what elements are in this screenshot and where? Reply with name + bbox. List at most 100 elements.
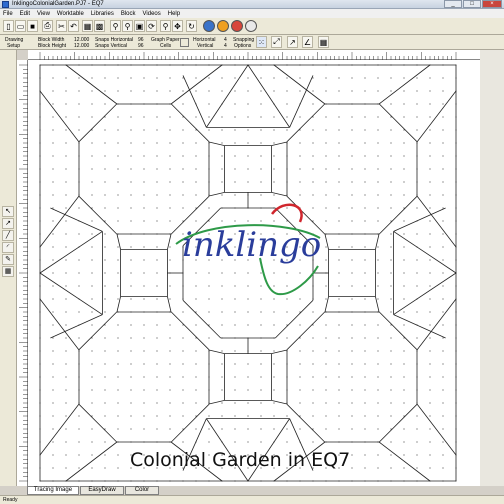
grid-dot xyxy=(442,90,444,92)
status-bar: Ready xyxy=(0,495,504,504)
grid-dot xyxy=(416,90,418,92)
grid-dot xyxy=(208,103,210,105)
tab-color[interactable]: Color xyxy=(125,486,159,495)
minimize-button[interactable]: _ xyxy=(444,0,462,8)
grid-dot xyxy=(234,168,236,170)
grid-dot xyxy=(195,194,197,196)
grid-dot xyxy=(234,142,236,144)
menu-videos[interactable]: Videos xyxy=(143,11,161,17)
grid-dot xyxy=(273,402,275,404)
pan-icon[interactable]: ✥ xyxy=(172,20,183,32)
grid-dot xyxy=(351,207,353,209)
grid-dot xyxy=(104,77,106,79)
menu-block[interactable]: Block xyxy=(121,11,136,17)
grid-dot xyxy=(390,181,392,183)
grid-dot xyxy=(403,298,405,300)
grid-dot xyxy=(78,337,80,339)
block-view-icon[interactable]: ▦ xyxy=(82,20,93,32)
print-icon[interactable]: ⎙ xyxy=(42,20,53,32)
menu-libraries[interactable]: Libraries xyxy=(91,11,114,17)
grid-dot xyxy=(377,350,379,352)
grid-dot xyxy=(65,311,67,313)
grid-dot xyxy=(403,402,405,404)
worktable-print-icon[interactable] xyxy=(245,20,257,32)
grid-dot xyxy=(65,116,67,118)
cut-icon[interactable]: ✂ xyxy=(56,20,67,32)
setup-label[interactable]: Setup xyxy=(7,43,20,49)
octagon-outline xyxy=(171,103,210,142)
worktable-quilt-icon[interactable] xyxy=(203,20,215,32)
cells-label: Cells xyxy=(160,43,172,49)
grid-dot xyxy=(377,77,379,79)
tab-tracing-image[interactable]: Tracing Image xyxy=(27,486,79,495)
new-file-icon[interactable]: ▯ xyxy=(3,20,14,32)
zoom-in-icon[interactable]: ⚲ xyxy=(110,20,121,32)
grid-dot xyxy=(377,337,379,339)
maximize-button[interactable]: □ xyxy=(463,0,481,8)
vertical-scrollbar[interactable] xyxy=(480,50,504,486)
grid-dot xyxy=(299,350,301,352)
grid-dot xyxy=(377,389,379,391)
grid-dot xyxy=(52,298,54,300)
logo-swash-red xyxy=(271,203,303,223)
open-folder-icon[interactable]: ▭ xyxy=(15,20,26,32)
undo-icon[interactable]: ↶ xyxy=(68,20,79,32)
worktable-fabric-icon[interactable] xyxy=(231,20,243,32)
menu-file[interactable]: File xyxy=(3,11,13,17)
grid-dot xyxy=(338,116,340,118)
grid-dot xyxy=(416,454,418,456)
grid-dot xyxy=(442,311,444,313)
save-icon[interactable]: ■ xyxy=(27,20,38,32)
menu-help[interactable]: Help xyxy=(168,11,180,17)
worktable-block-icon[interactable] xyxy=(217,20,229,32)
grid-dot xyxy=(182,441,184,443)
close-button[interactable]: × xyxy=(482,0,502,8)
shape-tool-icon[interactable]: ↗ xyxy=(2,218,14,229)
refresh-icon[interactable]: ⟳ xyxy=(146,20,157,32)
snap-angle-icon[interactable]: ∠ xyxy=(302,36,313,48)
grid-dot xyxy=(104,454,106,456)
pencil-tool-icon[interactable]: ✎ xyxy=(2,254,14,265)
grid-dot xyxy=(104,337,106,339)
grid-dot xyxy=(208,415,210,417)
grid-dot xyxy=(442,298,444,300)
graph-paper-icon[interactable] xyxy=(180,38,189,47)
graph-pad-icon[interactable]: ▦ xyxy=(318,36,329,48)
pick-tool-icon[interactable]: ↖ xyxy=(2,206,14,217)
grid-dot xyxy=(364,454,366,456)
grid-dot xyxy=(182,90,184,92)
star-point xyxy=(65,64,118,105)
grid-dot xyxy=(52,246,54,248)
grid-dot xyxy=(260,116,262,118)
line-tool-icon[interactable]: ╱ xyxy=(2,230,14,241)
menu-worktable[interactable]: Worktable xyxy=(57,11,84,17)
block-height-value[interactable]: 12.000 xyxy=(74,43,89,49)
grid-dot xyxy=(325,402,327,404)
grid-dot xyxy=(78,415,80,417)
menu-edit[interactable]: Edit xyxy=(20,11,30,17)
octagon-outline xyxy=(286,404,325,443)
grid-dot xyxy=(91,181,93,183)
zoom-icon[interactable]: ⚲ xyxy=(160,20,171,32)
snap-to-grid-icon[interactable]: ⁙ xyxy=(256,36,267,48)
grid-dot xyxy=(182,311,184,313)
rotate-icon[interactable]: ↻ xyxy=(186,20,197,32)
grid-dot xyxy=(260,415,262,417)
snap-line-icon[interactable]: ↗ xyxy=(287,36,298,48)
tab-easydraw[interactable]: EasyDraw xyxy=(80,486,124,495)
menu-view[interactable]: View xyxy=(37,11,50,17)
snaps-vertical-value[interactable]: 96 xyxy=(138,43,144,49)
vertical-value[interactable]: 4 xyxy=(224,43,227,49)
grid-dot xyxy=(273,168,275,170)
snap-node-icon[interactable]: ⤢ xyxy=(271,36,282,48)
grid-dot xyxy=(247,77,249,79)
grid-dot xyxy=(442,363,444,365)
grid-dot xyxy=(260,376,262,378)
zoom-out-icon[interactable]: ⚲ xyxy=(122,20,133,32)
arc-tool-icon[interactable]: ◜ xyxy=(2,242,14,253)
fabric-view-icon[interactable]: ▩ xyxy=(94,20,105,32)
grid-tool-icon[interactable]: ▦ xyxy=(2,266,14,277)
grid-dot xyxy=(234,116,236,118)
grid-dot xyxy=(364,116,366,118)
fit-to-screen-icon[interactable]: ▣ xyxy=(134,20,145,32)
